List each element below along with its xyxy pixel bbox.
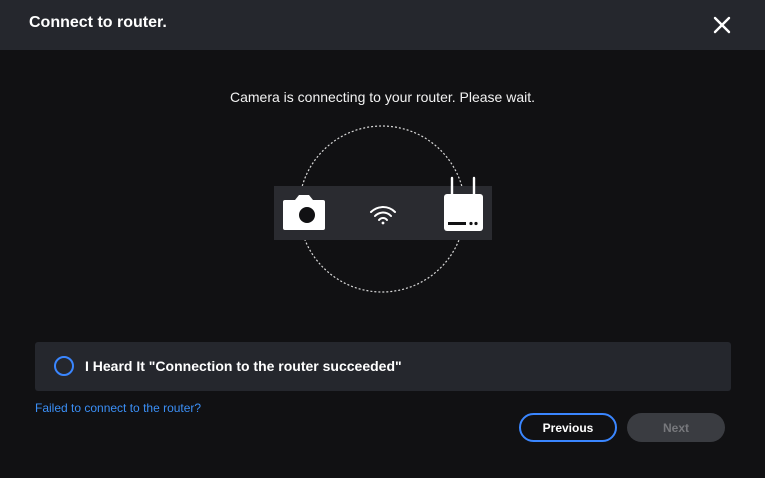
failed-to-connect-link[interactable]: Failed to connect to the router? — [35, 401, 201, 415]
connection-illustration — [270, 118, 500, 302]
dialog-title: Connect to router. — [29, 14, 167, 31]
camera-icon — [283, 195, 325, 230]
next-button[interactable]: Next — [627, 413, 725, 442]
confirmation-radio[interactable] — [54, 356, 74, 376]
router-icon — [444, 176, 483, 231]
confirmation-label: I Heard It "Connection to the router suc… — [85, 358, 402, 374]
close-icon — [713, 16, 731, 34]
dialog-header: Connect to router. — [0, 0, 765, 50]
previous-button[interactable]: Previous — [519, 413, 617, 442]
heard-confirmation-option[interactable]: I Heard It "Connection to the router suc… — [35, 342, 731, 391]
close-button[interactable] — [709, 12, 735, 38]
status-message: Camera is connecting to your router. Ple… — [229, 89, 536, 105]
